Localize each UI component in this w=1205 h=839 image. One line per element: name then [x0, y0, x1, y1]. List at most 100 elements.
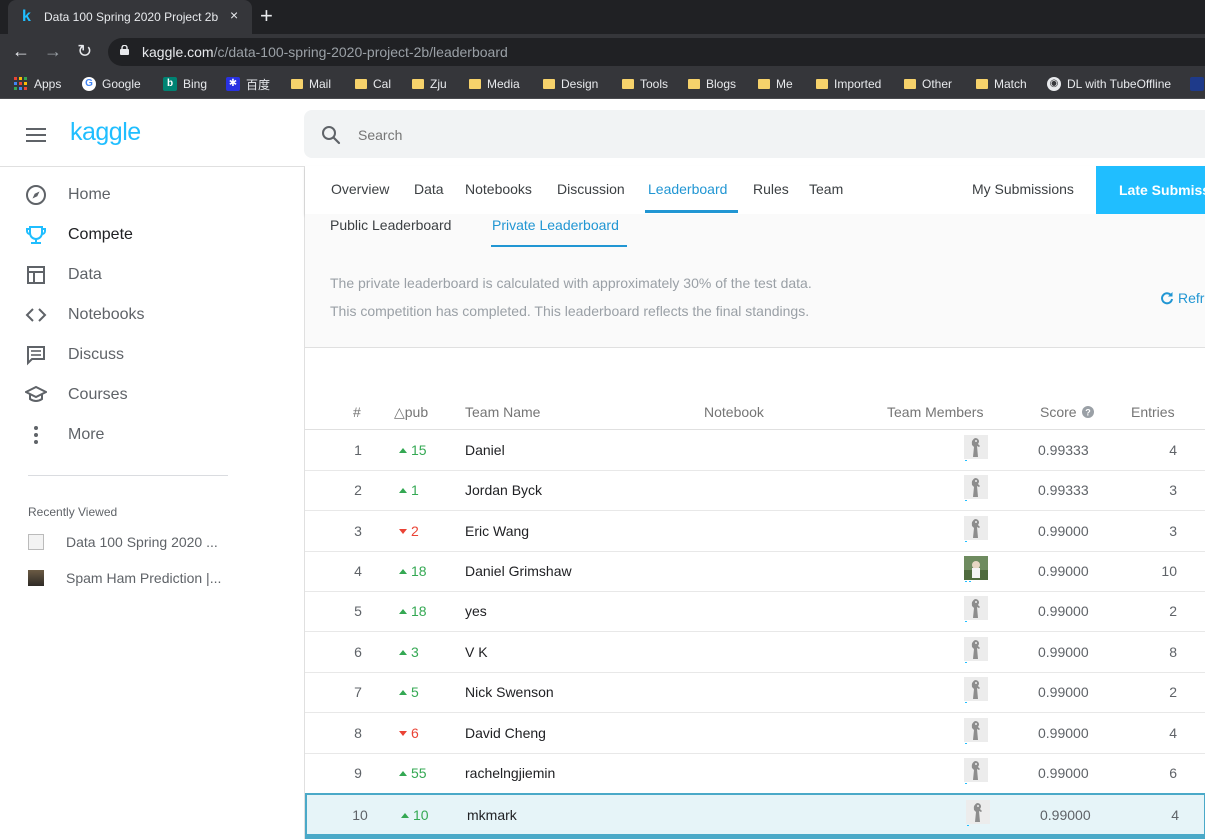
graduation-cap-icon: [24, 383, 48, 407]
search-input[interactable]: [356, 122, 960, 148]
bookmark-bing[interactable]: b Bing: [163, 76, 207, 92]
bookmark-tools[interactable]: Tools: [622, 76, 668, 92]
tab-private-leaderboard[interactable]: Private Leaderboard: [492, 217, 619, 233]
col-entries[interactable]: Entries: [1131, 404, 1175, 420]
sidebar-item-home[interactable]: Home: [24, 179, 284, 211]
delta-cell: 1: [399, 482, 419, 498]
avatar[interactable]: [966, 800, 990, 826]
tab-data[interactable]: Data: [414, 181, 444, 197]
triangle-down-icon: [399, 730, 407, 736]
default-avatar: [964, 516, 988, 542]
recent-item-label: Data 100 Spring 2020 ...: [66, 534, 218, 550]
kaggle-logo[interactable]: kaggle: [70, 118, 141, 147]
late-submission-button[interactable]: Late Submission: [1096, 166, 1205, 214]
tab-leaderboard[interactable]: Leaderboard: [648, 181, 727, 197]
team-name-cell[interactable]: Jordan Byck: [465, 482, 542, 498]
table-row[interactable]: 6 3 V K 0.99000 8: [305, 632, 1205, 673]
bookmark-match[interactable]: Match: [976, 76, 1027, 92]
my-submissions-link[interactable]: My Submissions: [972, 181, 1074, 197]
table-row[interactable]: 4 18 Daniel Grimshaw 0.99000 10: [305, 551, 1205, 592]
team-name-cell[interactable]: Daniel: [465, 442, 505, 458]
bookmark-me[interactable]: Me: [758, 76, 793, 92]
sidebar-item-more[interactable]: More: [24, 419, 284, 451]
info-text: The private leaderboard is calculated wi…: [330, 275, 812, 291]
col-score[interactable]: Score ?: [1040, 404, 1094, 420]
sidebar-item-discuss[interactable]: Discuss: [24, 339, 284, 371]
avatar[interactable]: [964, 596, 988, 622]
tab-notebooks[interactable]: Notebooks: [465, 181, 532, 197]
extension-icon[interactable]: [1190, 77, 1204, 91]
sidebar-item-courses[interactable]: Courses: [24, 379, 284, 411]
refresh-button[interactable]: Refresh: [1160, 290, 1205, 306]
avatar[interactable]: [964, 556, 988, 582]
table-row[interactable]: 9 55 rachelngjiemin 0.99000 6: [305, 753, 1205, 794]
bookmark-google[interactable]: G Google: [82, 76, 141, 92]
menu-icon[interactable]: [26, 128, 46, 142]
bookmark-tubeoffline[interactable]: ◉ DL with TubeOffline: [1047, 76, 1171, 92]
url-field[interactable]: kaggle.com/c/data-100-spring-2020-projec…: [108, 38, 1205, 66]
team-name-cell[interactable]: David Cheng: [465, 725, 546, 741]
bookmark-media[interactable]: Media: [469, 76, 520, 92]
team-name-cell[interactable]: mkmark: [467, 807, 517, 823]
bookmark-blogs[interactable]: Blogs: [688, 76, 736, 92]
forward-arrow-icon[interactable]: →: [44, 41, 62, 61]
col-delta[interactable]: △pub: [394, 404, 428, 421]
avatar[interactable]: [964, 637, 988, 663]
col-rank[interactable]: #: [353, 404, 361, 420]
team-name-cell[interactable]: Daniel Grimshaw: [465, 563, 572, 579]
team-name-cell[interactable]: Eric Wang: [465, 523, 529, 539]
browser-tab[interactable]: k Data 100 Spring 2020 Project 2b ×: [8, 0, 252, 34]
avatar[interactable]: [964, 475, 988, 501]
entries-cell: 2: [1169, 684, 1177, 700]
table-row[interactable]: 5 18 yes 0.99000 2: [305, 591, 1205, 632]
col-team-members: Team Members: [887, 404, 984, 420]
entries-cell: 10: [1161, 563, 1177, 579]
col-team-name[interactable]: Team Name: [465, 404, 540, 420]
rank-cell: 7: [354, 684, 362, 700]
team-name-cell[interactable]: Nick Swenson: [465, 684, 554, 700]
search-bar[interactable]: [304, 110, 1205, 158]
recent-item[interactable]: Data 100 Spring 2020 ...: [28, 532, 218, 552]
bookmark-imported[interactable]: Imported: [816, 76, 881, 92]
close-tab-icon[interactable]: ×: [230, 7, 238, 23]
tab-public-leaderboard[interactable]: Public Leaderboard: [330, 217, 451, 233]
table-row[interactable]: 10 10 mkmark 0.99000 4: [305, 793, 1205, 837]
avatar[interactable]: [964, 758, 988, 784]
address-bar: ← → ↻ kaggle.com/c/data-100-spring-2020-…: [0, 34, 1205, 70]
sidebar-item-notebooks[interactable]: Notebooks: [24, 299, 284, 331]
back-arrow-icon[interactable]: ←: [12, 41, 30, 61]
sidebar-item-data[interactable]: Data: [24, 259, 284, 291]
table-row[interactable]: 7 5 Nick Swenson 0.99000 2: [305, 672, 1205, 713]
table-row[interactable]: 8 6 David Cheng 0.99000 4: [305, 713, 1205, 754]
sidebar-item-label: Data: [68, 266, 102, 283]
folder-icon: [976, 79, 988, 89]
bookmark-apps[interactable]: Apps: [14, 76, 61, 92]
table-row[interactable]: 2 1 Jordan Byck 0.99333 3: [305, 470, 1205, 511]
delta-cell: 15: [399, 442, 427, 458]
tab-team[interactable]: Team: [809, 181, 843, 197]
header-divider: [0, 166, 304, 167]
reload-icon[interactable]: ↻: [77, 41, 92, 61]
bookmark-cal[interactable]: Cal: [355, 76, 391, 92]
help-icon[interactable]: ?: [1081, 406, 1094, 418]
tab-discussion[interactable]: Discussion: [557, 181, 625, 197]
table-row[interactable]: 3 2 Eric Wang 0.99000 3: [305, 511, 1205, 552]
avatar[interactable]: [964, 718, 988, 744]
bookmark-other[interactable]: Other: [904, 76, 952, 92]
sidebar-item-compete[interactable]: Compete: [24, 219, 284, 251]
tab-rules[interactable]: Rules: [753, 181, 789, 197]
new-tab-button[interactable]: +: [260, 4, 273, 28]
bookmark-zju[interactable]: Zju: [412, 76, 447, 92]
team-name-cell[interactable]: V K: [465, 644, 488, 660]
bookmark-baidu[interactable]: ✱ 百度: [226, 76, 270, 92]
bookmark-design[interactable]: Design: [543, 76, 598, 92]
recent-item[interactable]: Spam Ham Prediction |...: [28, 568, 221, 588]
avatar[interactable]: [964, 677, 988, 703]
team-name-cell[interactable]: yes: [465, 603, 487, 619]
avatar[interactable]: [964, 435, 988, 461]
bookmark-mail[interactable]: Mail: [291, 76, 331, 92]
avatar[interactable]: [964, 516, 988, 542]
table-row[interactable]: 1 15 Daniel 0.99333 4: [305, 430, 1205, 471]
tab-overview[interactable]: Overview: [331, 181, 389, 197]
team-name-cell[interactable]: rachelngjiemin: [465, 765, 555, 781]
